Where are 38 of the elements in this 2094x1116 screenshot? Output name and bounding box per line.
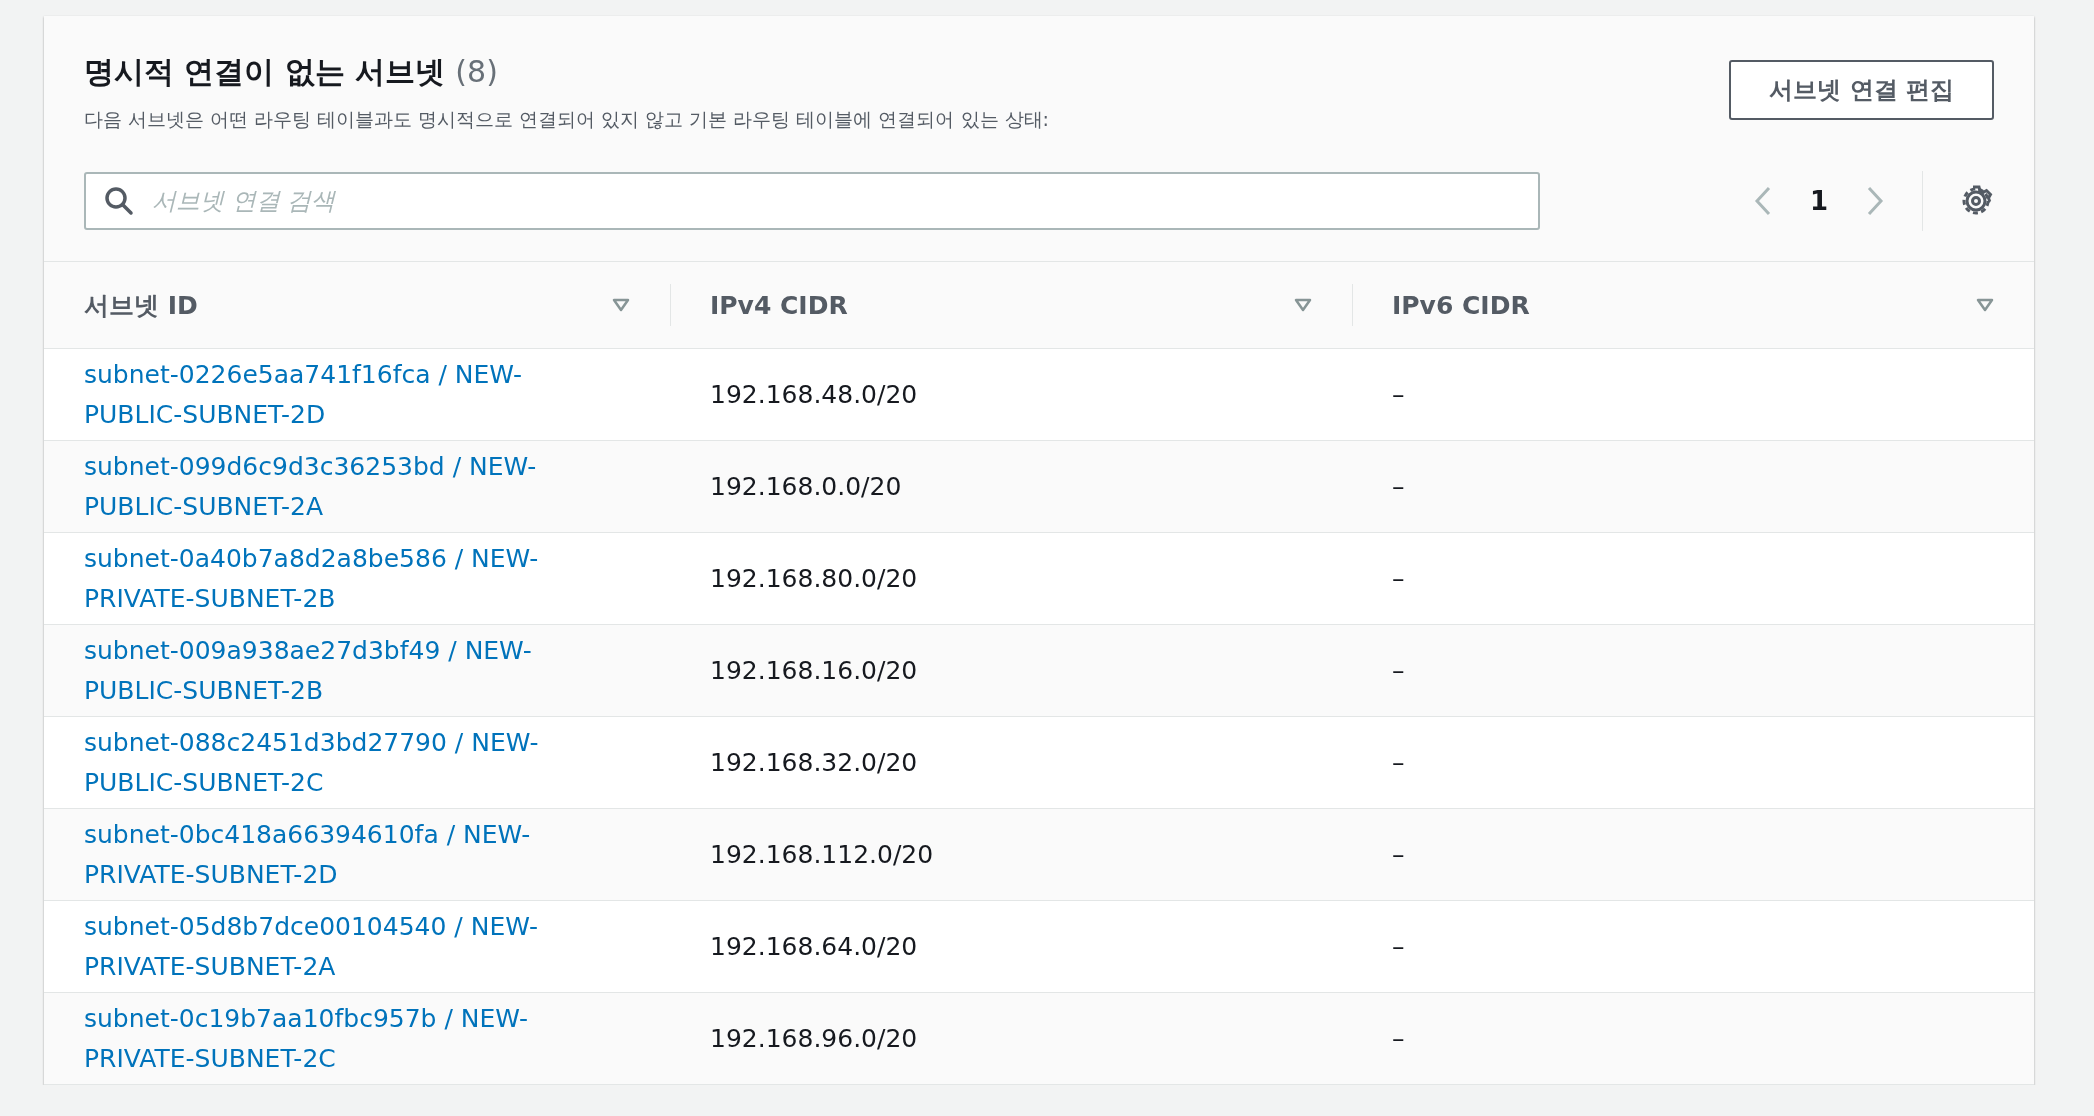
subnet-link[interactable]: subnet-099d6c9d3c36253bd / NEW-PUBLIC-SUBNET-2A (84, 446, 604, 527)
subnet-link[interactable]: subnet-088c2451d3bd27790 / NEW-PUBLIC-SUBNET-2C (84, 722, 604, 803)
column-header[interactable]: 서브넷 ID (84, 288, 198, 322)
table-cell: 192.168.0.0/20 (710, 472, 902, 501)
previous-page-icon[interactable] (1754, 185, 1772, 217)
table-cell: – (1392, 932, 1405, 961)
table-cell: – (1392, 564, 1405, 593)
subnet-link[interactable]: subnet-0c19b7aa10fbc957b / NEW-PRIVATE-SUBNET-2C (84, 998, 604, 1079)
table-cell: 192.168.96.0/20 (710, 1024, 918, 1053)
table-cell: 192.168.112.0/20 (710, 840, 934, 869)
subnet-link[interactable]: subnet-05d8b7dce00104540 / NEW-PRIVATE-SUBNET-2A (84, 906, 604, 987)
table-cell: – (1392, 1024, 1405, 1053)
page-number[interactable]: 1 (1810, 186, 1829, 216)
table-cell: – (1392, 748, 1405, 777)
table-cell: 192.168.80.0/20 (710, 564, 918, 593)
subnet-link[interactable]: subnet-009a938ae27d3bf49 / NEW-PUBLIC-SUBNET-2B (84, 630, 604, 711)
sort-icon[interactable] (612, 298, 630, 312)
edit-associations-button[interactable]: 서브넷 연결 편집 (1729, 60, 1994, 120)
column-header[interactable]: IPv4 CIDR (710, 290, 848, 320)
table-cell: – (1392, 840, 1405, 869)
table-cell: 192.168.32.0/20 (710, 748, 918, 777)
subnet-count: (8) (455, 54, 498, 89)
subnet-link[interactable]: subnet-0226e5aa741f16fca / NEW-PUBLIC-SUBNET-2D (84, 354, 604, 435)
column-header[interactable]: IPv6 CIDR (1392, 290, 1530, 320)
table-cell: – (1392, 472, 1405, 501)
table-cell: – (1392, 656, 1405, 685)
table-cell: – (1392, 380, 1405, 409)
table-cell: 192.168.64.0/20 (710, 932, 918, 961)
sort-icon[interactable] (1976, 298, 1994, 312)
panel-title: 명시적 연결이 없는 서브넷 (84, 53, 446, 91)
next-page-icon[interactable] (1866, 185, 1885, 217)
subnet-link[interactable]: subnet-0bc418a66394610fa / NEW-PRIVATE-SUBNET-2D (84, 814, 604, 895)
sort-icon[interactable] (1294, 298, 1312, 312)
table-cell: 192.168.48.0/20 (710, 380, 918, 409)
subnet-link[interactable]: subnet-0a40b7a8d2a8be586 / NEW-PRIVATE-SUBNET-2B (84, 538, 604, 619)
panel-description: 다음 서브넷은 어떤 라우팅 테이블과도 명시적으로 연결되어 있지 않고 기본 라우팅 테이블에 연결되어 있는 상태: (84, 107, 1049, 132)
table-cell: 192.168.16.0/20 (710, 656, 918, 685)
search-field[interactable]: 서브넷 연결 검색 (84, 172, 1540, 230)
